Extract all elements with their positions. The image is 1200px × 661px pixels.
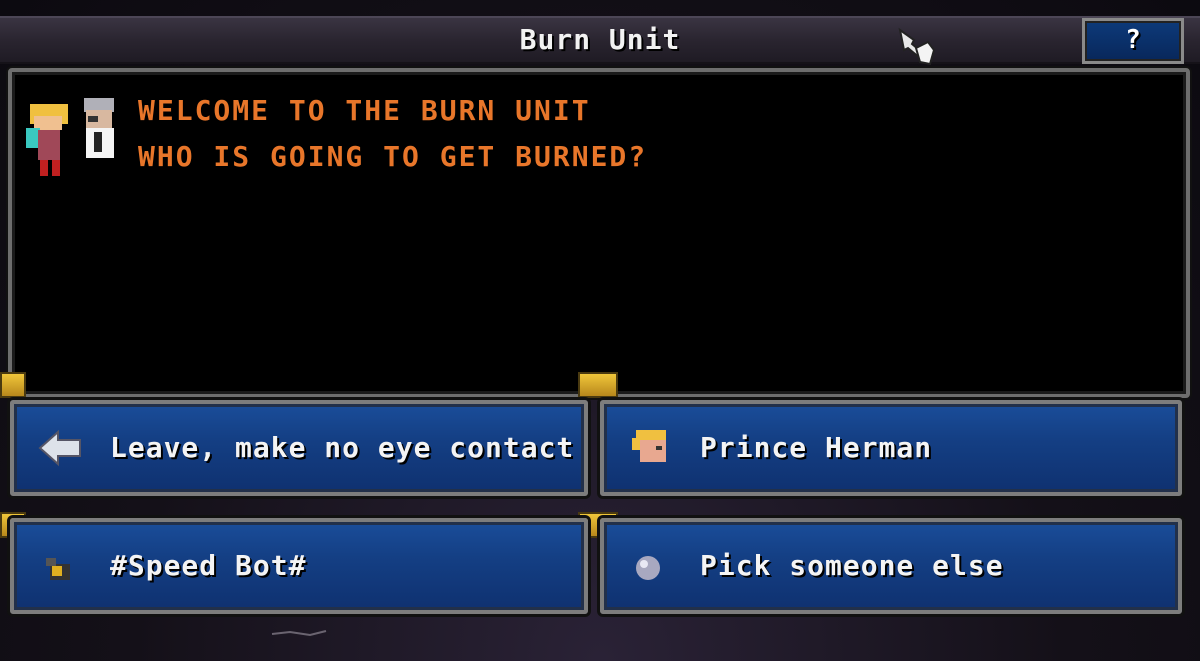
choice-pick-someone-else-button[interactable]: Pick someone else: [600, 518, 1182, 614]
dialog-line-2: WHO IS GOING TO GET BURNED?: [138, 140, 648, 173]
choice-label: Pick someone else: [700, 549, 1004, 582]
choice-leave-button[interactable]: Leave, make no eye contact: [10, 400, 588, 496]
back-arrow-icon: [38, 429, 81, 467]
prince-herman-face-icon: [632, 430, 666, 462]
choice-label: Leave, make no eye contact: [110, 431, 575, 464]
speaker-portraits-icon: [26, 98, 114, 176]
dialog-box: WELCOME TO THE BURN UNIT WHO IS GOING TO…: [8, 68, 1190, 398]
choice-label: Prince Herman: [700, 431, 933, 464]
pointer-cursor-icon: [898, 27, 936, 66]
window-title: Burn Unit: [519, 23, 681, 56]
floor-debris-icon: [271, 630, 327, 637]
choice-speed-bot-button[interactable]: #Speed Bot#: [10, 518, 588, 614]
frame-clip: [578, 372, 618, 398]
dialog-line-1: WELCOME TO THE BURN UNIT: [138, 94, 591, 127]
speed-bot-icon: [46, 558, 70, 580]
title-bar: Burn Unit: [0, 16, 1200, 64]
grey-orb-icon: [636, 556, 660, 580]
help-button[interactable]: ?: [1082, 18, 1184, 64]
choice-prince-herman-button[interactable]: Prince Herman: [600, 400, 1182, 496]
frame-clip: [0, 372, 26, 398]
choice-label: #Speed Bot#: [110, 549, 307, 582]
